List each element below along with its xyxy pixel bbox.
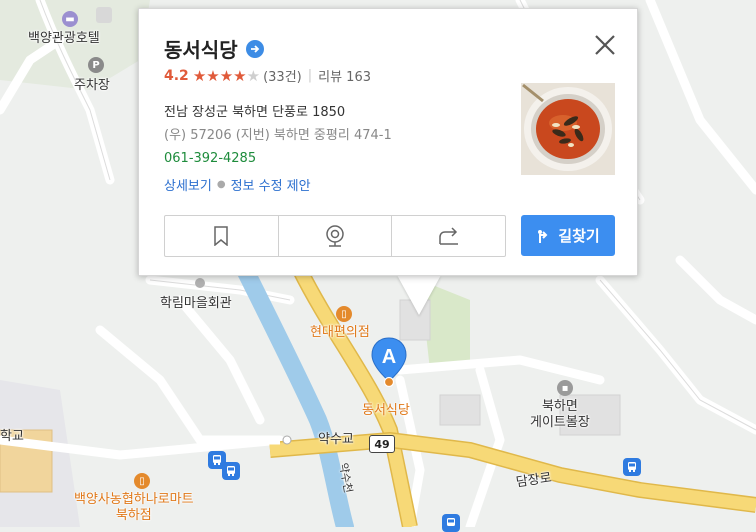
place-title[interactable]: 동서식당 bbox=[164, 34, 238, 63]
road-number-shield: 49 bbox=[369, 435, 395, 453]
map-label-restaurant[interactable]: 동서식당 bbox=[362, 403, 410, 419]
mart-icon[interactable]: ▯ bbox=[134, 473, 150, 489]
map-label-gateball[interactable]: 북하면 게이트볼장 bbox=[530, 399, 590, 431]
star-filled-icon: ★ bbox=[233, 66, 247, 85]
star-empty-icon: ★ bbox=[246, 66, 261, 85]
phone-number[interactable]: 061-392-4285 bbox=[164, 151, 256, 166]
arrow-right-icon[interactable] bbox=[245, 39, 264, 58]
map-label-hall[interactable]: 학림마을회관 bbox=[160, 296, 232, 312]
detail-links: 상세보기 ● 정보 수정 제안 bbox=[164, 175, 311, 194]
gateball-icon[interactable]: ▪ bbox=[557, 380, 573, 396]
roadview-button[interactable] bbox=[279, 216, 393, 256]
share-icon bbox=[438, 227, 458, 245]
map-label-parking[interactable]: 주차장 bbox=[74, 78, 110, 94]
place-title-row: 동서식당 bbox=[164, 34, 264, 63]
hall-icon[interactable] bbox=[195, 278, 205, 288]
map-label-gateball-line1: 북하면 bbox=[541, 399, 578, 414]
hotel-icon[interactable]: ▬ bbox=[62, 11, 78, 27]
place-photo[interactable] bbox=[521, 83, 615, 175]
map-label-school[interactable]: 학교 bbox=[0, 429, 24, 445]
rating-stars: ★★★★★ bbox=[193, 67, 260, 85]
postal-address: (우) 57206 (지번) 북하면 중평리 474-1 bbox=[164, 128, 392, 143]
star-filled-icon: ★ bbox=[219, 66, 234, 85]
blog-review-count[interactable]: 리뷰 163 bbox=[318, 66, 371, 85]
marker-letter: A bbox=[382, 346, 396, 368]
map-label-gateball-line2: 게이트볼장 bbox=[530, 415, 590, 430]
popup-pointer bbox=[397, 275, 441, 315]
edit-suggestion-link[interactable]: 정보 수정 제안 bbox=[231, 175, 311, 194]
close-icon[interactable] bbox=[593, 33, 617, 57]
map-label-coop-line1: 백양사농협하나로마트 bbox=[74, 492, 194, 507]
map-label-store[interactable]: 현대편의점 bbox=[310, 325, 370, 341]
parking-icon[interactable]: P bbox=[88, 57, 104, 73]
star-filled-icon: ★ bbox=[192, 66, 207, 85]
map-label-coop[interactable]: 백양사농협하나로마트 북하점 bbox=[74, 492, 194, 524]
bus-stop-icon[interactable] bbox=[442, 514, 460, 532]
bus-stop-icon[interactable] bbox=[623, 458, 641, 476]
directions-icon bbox=[538, 229, 548, 243]
share-button[interactable] bbox=[392, 216, 505, 256]
convenience-store-icon[interactable]: ▯ bbox=[336, 306, 352, 322]
landmark-icon bbox=[96, 7, 112, 23]
place-info-popup: 동서식당 4.2 ★★★★★ (33건) | 리뷰 163 전남 장성군 북하면… bbox=[138, 8, 638, 276]
address: 전남 장성군 북하면 단풍로 1850 bbox=[164, 105, 346, 120]
rating-row: 4.2 ★★★★★ (33건) | 리뷰 163 bbox=[164, 66, 371, 86]
divider: | bbox=[307, 68, 313, 83]
directions-label: 길찾기 bbox=[558, 227, 600, 245]
review-count[interactable]: (33건) bbox=[263, 66, 302, 85]
star-filled-icon: ★ bbox=[206, 66, 220, 85]
map-label-bridge[interactable]: 약수교 bbox=[318, 432, 354, 448]
map-label-coop-line2: 북하점 bbox=[115, 508, 152, 523]
detail-link[interactable]: 상세보기 bbox=[164, 175, 212, 194]
rating-score: 4.2 bbox=[164, 67, 189, 84]
bookmark-icon bbox=[214, 226, 229, 246]
map-label-hotel[interactable]: 백양관광호텔 bbox=[28, 31, 100, 47]
bus-stop-icon[interactable] bbox=[222, 462, 240, 480]
action-bar bbox=[164, 215, 506, 257]
dot-separator: ● bbox=[216, 179, 226, 190]
bookmark-button[interactable] bbox=[165, 216, 279, 256]
roadview-icon bbox=[326, 225, 344, 247]
directions-button[interactable]: 길찾기 bbox=[521, 215, 615, 256]
location-marker-a[interactable]: A bbox=[370, 337, 408, 387]
